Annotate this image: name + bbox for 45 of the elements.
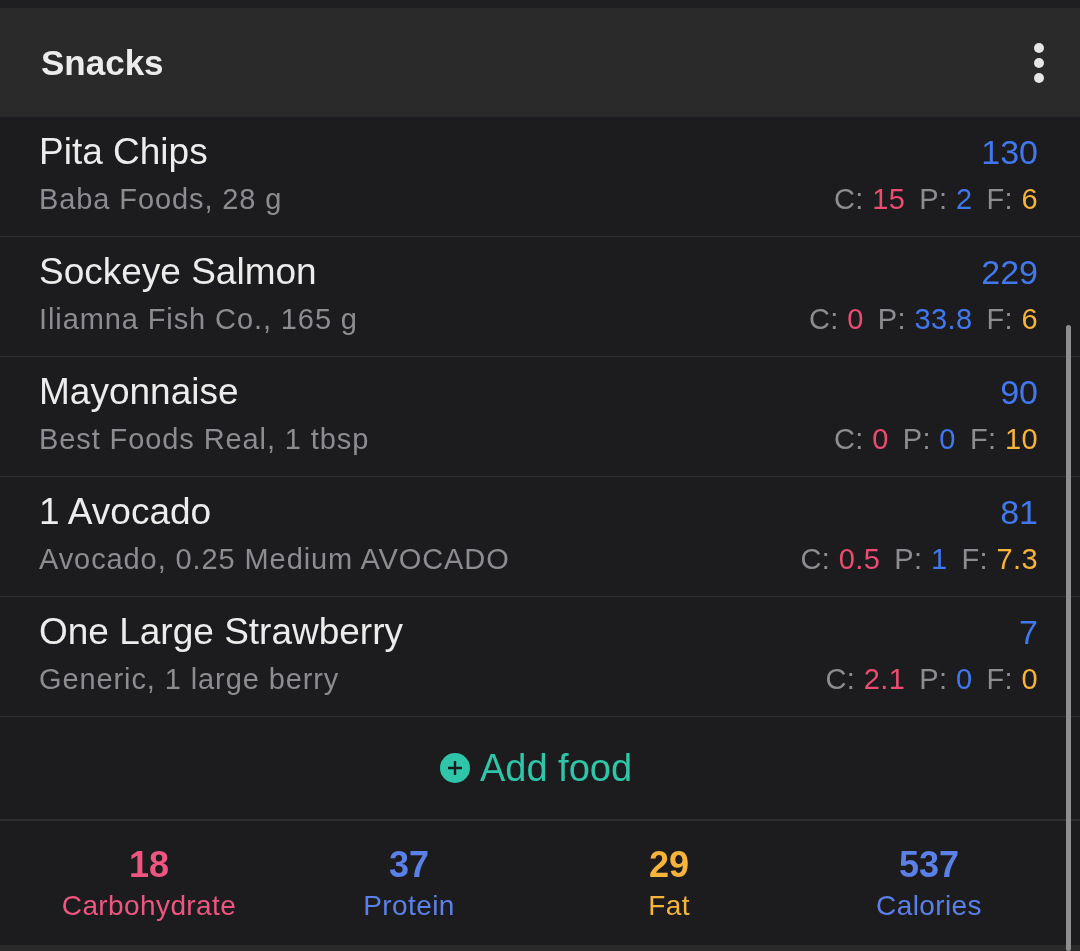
food-detail: Avocado, 0.25 Medium AVOCADO: [39, 542, 511, 576]
total-value: 537: [898, 845, 960, 885]
food-row[interactable]: Pita Chips 130 Baba Foods, 28 g C: 15 P: 2 F: 6: [0, 117, 1080, 237]
macro-label: C: 0: [808, 302, 864, 336]
food-calories: 130: [981, 132, 1038, 173]
macro-label: C: 2.1: [825, 662, 906, 696]
total-label: Protein: [363, 889, 455, 923]
more-vertical-icon: [1032, 42, 1046, 83]
macro-label: F: 6: [986, 302, 1038, 336]
more-menu-button[interactable]: [1032, 42, 1046, 83]
food-calories: 229: [981, 252, 1038, 293]
food-name: One Large Strawberry: [39, 611, 404, 653]
macro-label: F: 7.3: [961, 542, 1038, 576]
macro-label: C: 0.5: [800, 542, 881, 576]
macro-label: C: 0: [833, 422, 889, 456]
food-detail: Baba Foods, 28 g: [39, 182, 284, 216]
macro-label: F: 0: [986, 662, 1038, 696]
food-name: 1 Avocado: [39, 491, 213, 533]
scrollbar-thumb[interactable]: [1066, 325, 1071, 951]
total-label: Fat: [648, 889, 690, 923]
macro-label: P: 0: [919, 662, 973, 696]
food-detail: Best Foods Real, 1 tbsp: [39, 422, 371, 456]
total-label: Carbohydrate: [61, 889, 237, 923]
food-detail: Iliamna Fish Co., 165 g: [39, 302, 359, 336]
total-value: 37: [388, 845, 429, 885]
macro-label: F: 6: [986, 182, 1038, 216]
macro-label: P: 1: [894, 542, 948, 576]
food-name: Pita Chips: [39, 131, 209, 173]
macro-label: P: 2: [919, 182, 973, 216]
food-calories: 90: [1000, 372, 1038, 413]
food-name: Sockeye Salmon: [39, 251, 318, 293]
food-calories: 7: [1019, 612, 1038, 653]
total-label: Calories: [876, 889, 982, 923]
plus-circle-icon: [439, 753, 470, 783]
food-detail: Generic, 1 large berry: [39, 662, 341, 696]
food-name: Mayonnaise: [39, 371, 240, 413]
total-value: 29: [648, 845, 689, 885]
macro-label: C: 15: [833, 182, 906, 216]
food-calories: 81: [1000, 492, 1038, 533]
section-title: Snacks: [41, 42, 164, 83]
macro-label: P: 0: [902, 422, 956, 456]
macro-label: P: 33.8: [877, 302, 973, 336]
add-food-button[interactable]: Add food: [439, 746, 633, 790]
total-value: 18: [128, 845, 169, 885]
macro-label: F: 10: [969, 422, 1038, 456]
